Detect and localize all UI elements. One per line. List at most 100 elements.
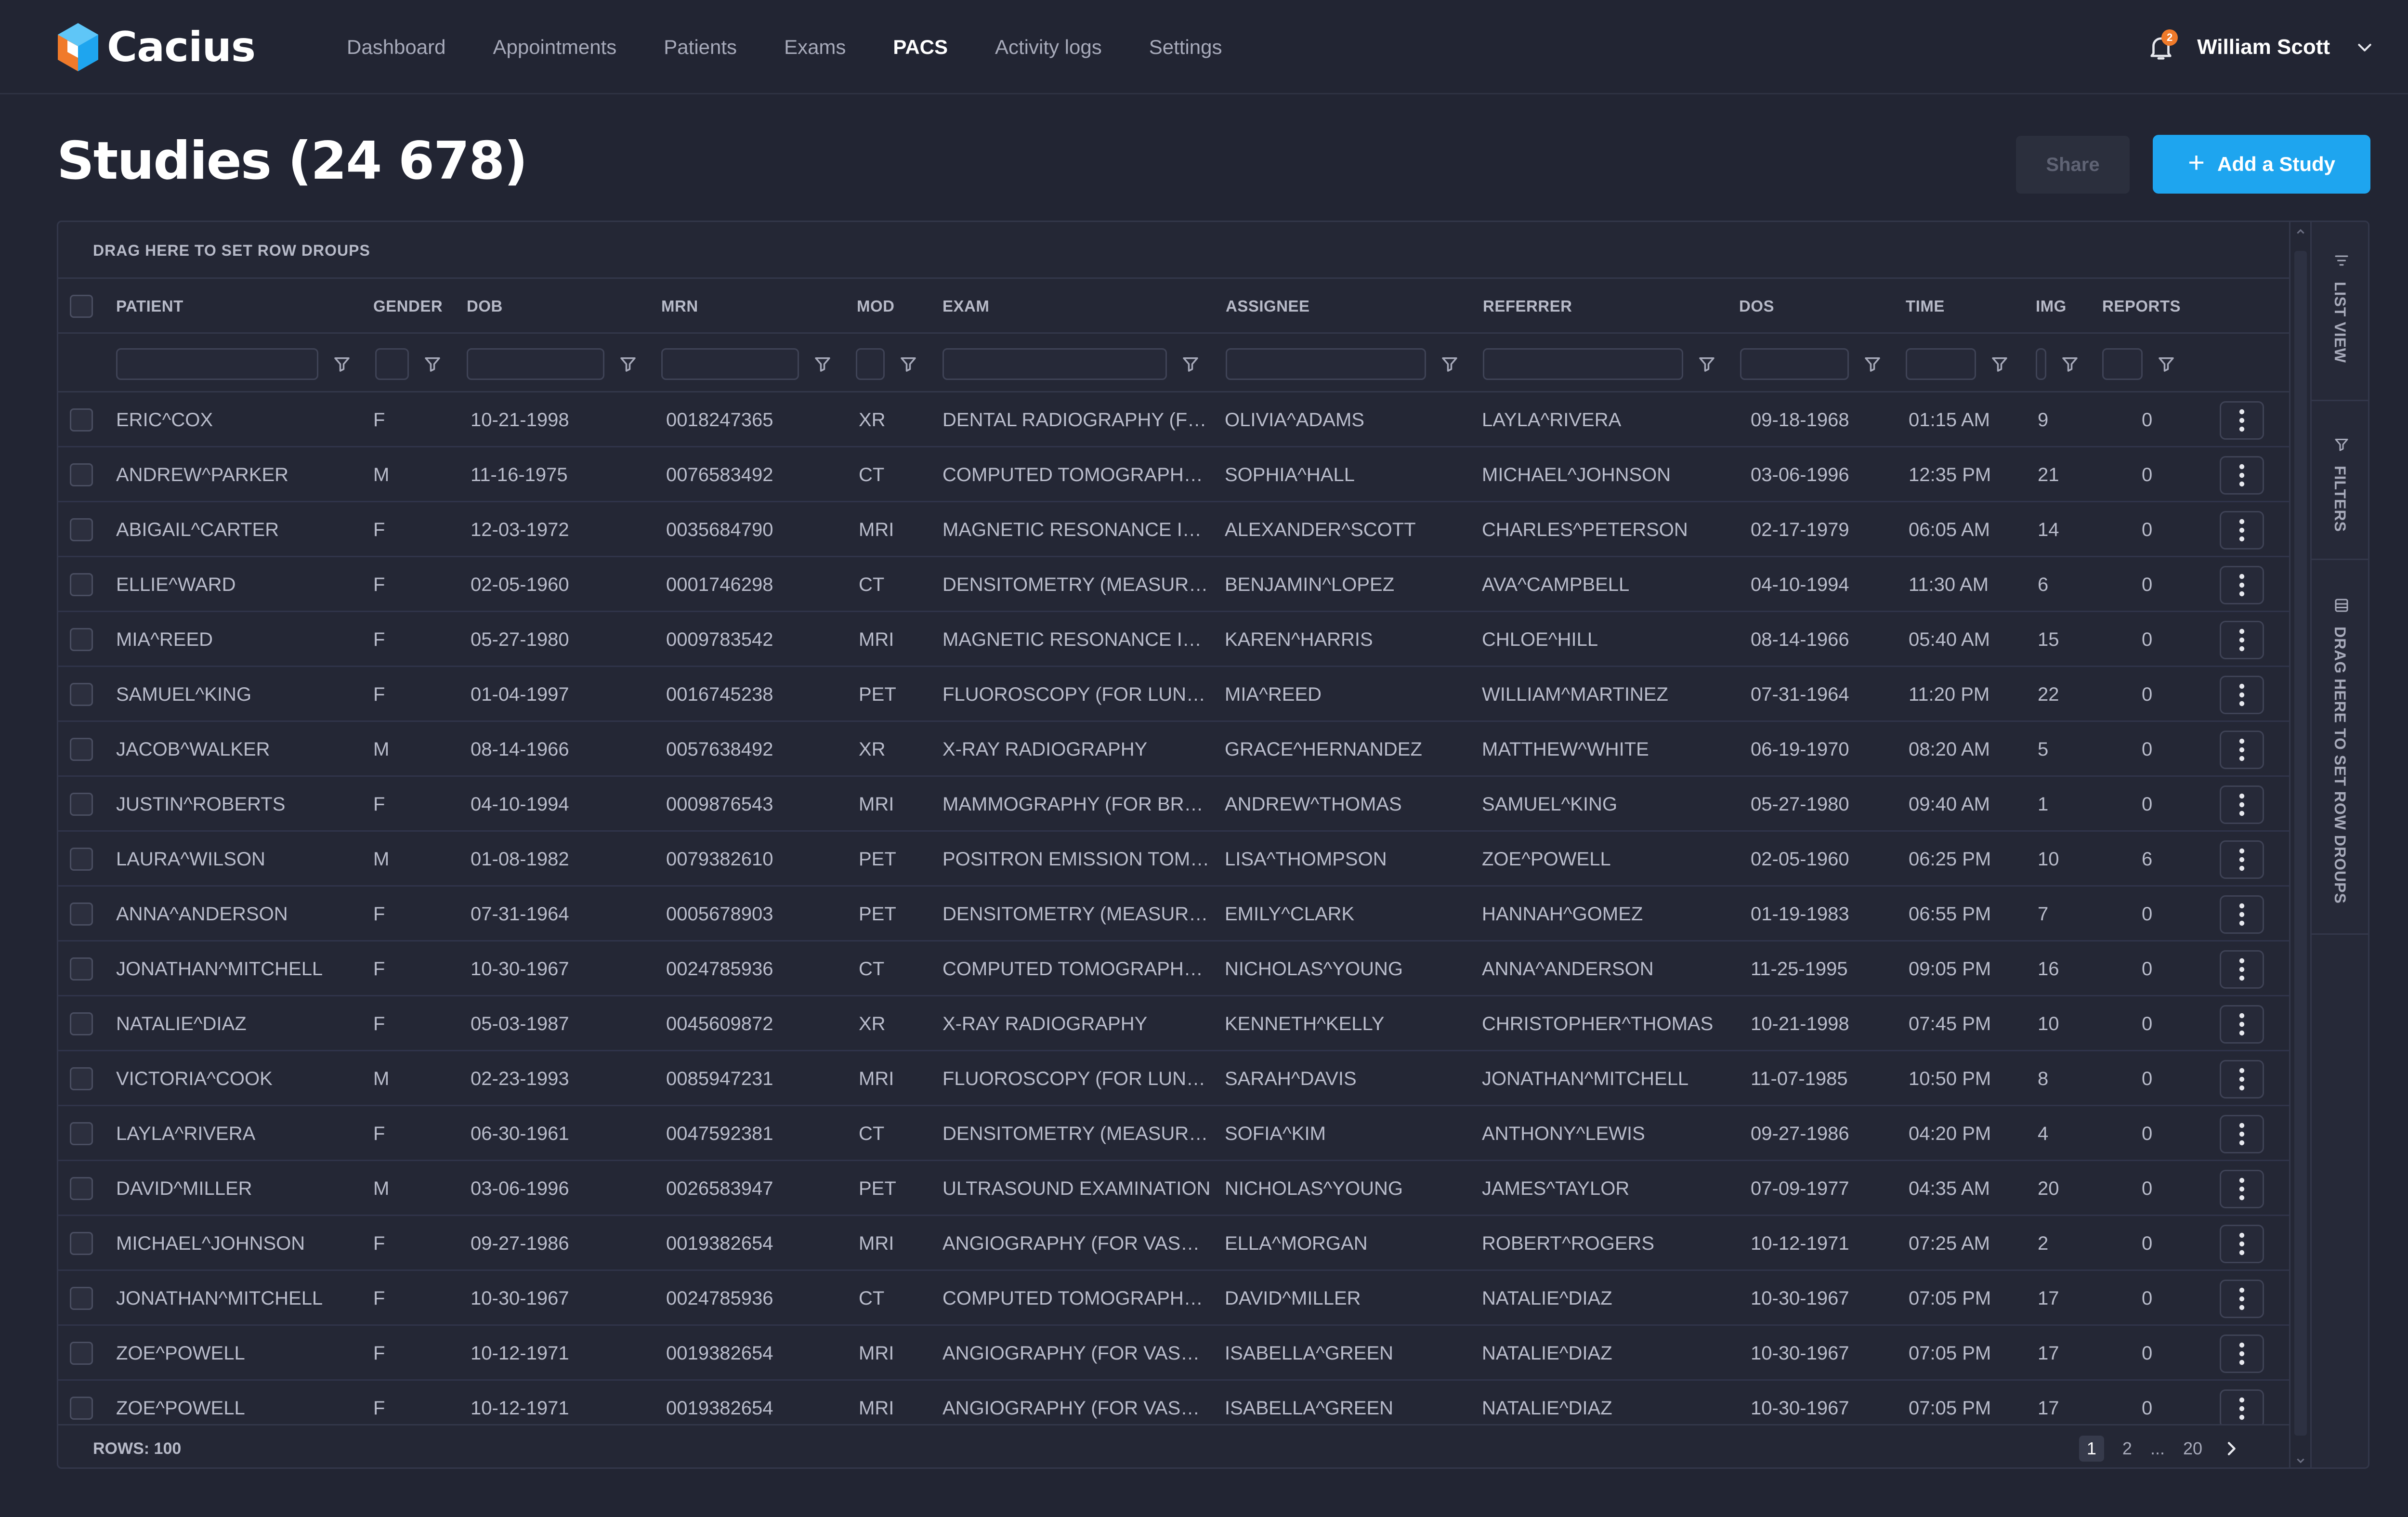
page-20[interactable]: 20 <box>2183 1439 2202 1459</box>
column-header-referrer[interactable]: REFERRER <box>1483 279 1572 334</box>
column-header-reports[interactable]: REPORTS <box>2102 279 2181 334</box>
row-actions-button[interactable] <box>2220 1225 2264 1263</box>
filter-input-time[interactable] <box>1906 348 1976 380</box>
tab-row-groups[interactable]: DRAG HERE TO SET ROW DROUPS <box>2312 560 2368 935</box>
filter-input-mrn[interactable] <box>661 348 799 380</box>
row-actions-button[interactable] <box>2220 1060 2264 1099</box>
nav-item-pacs[interactable]: PACS <box>893 36 948 59</box>
filter-icon[interactable] <box>332 354 352 374</box>
page-2[interactable]: 2 <box>2122 1439 2132 1459</box>
row-actions-button[interactable] <box>2220 840 2264 879</box>
table-row[interactable]: ANDREW^PARKER M 11-16-1975 0076583492 CT COMP… <box>58 447 2289 502</box>
table-row[interactable]: ERIC^COX F 10-21-1998 0018247365 XR DENTAL RA… <box>58 392 2289 447</box>
table-row[interactable]: ABIGAIL^CARTER F 12-03-1972 0035684790 MRI MA… <box>58 502 2289 557</box>
nav-item-patients[interactable]: Patients <box>664 36 737 59</box>
row-actions-button[interactable] <box>2220 731 2264 769</box>
filter-icon[interactable] <box>1180 354 1201 374</box>
scrollbar-thumb[interactable] <box>2294 251 2307 1436</box>
filter-input-dob[interactable] <box>467 348 604 380</box>
notifications-button[interactable]: 2 <box>2146 29 2178 62</box>
column-header-dob[interactable]: DOB <box>467 279 503 334</box>
row-actions-button[interactable] <box>2220 511 2264 549</box>
row-actions-button[interactable] <box>2220 785 2264 824</box>
row-actions-button[interactable] <box>2220 1115 2264 1153</box>
nav-item-dashboard[interactable]: Dashboard <box>347 36 445 59</box>
vertical-scrollbar[interactable] <box>2289 222 2310 1467</box>
grid-body[interactable]: ERIC^COX F 10-21-1998 0018247365 XR DENTAL RA… <box>58 392 2289 1424</box>
row-checkbox[interactable] <box>70 738 93 761</box>
nav-item-appointments[interactable]: Appointments <box>493 36 616 59</box>
filter-icon[interactable] <box>2060 354 2080 374</box>
filter-icon[interactable] <box>1862 354 1883 374</box>
filter-input-exam[interactable] <box>942 348 1167 380</box>
filter-input-assignee[interactable] <box>1226 348 1426 380</box>
filter-icon[interactable] <box>1697 354 1717 374</box>
row-checkbox[interactable] <box>70 408 93 432</box>
table-row[interactable]: SAMUEL^KING F 01-04-1997 0016745238 PET FLUOR… <box>58 667 2289 722</box>
row-checkbox[interactable] <box>70 1177 93 1200</box>
filter-icon[interactable] <box>1989 354 2010 374</box>
row-actions-button[interactable] <box>2220 456 2264 495</box>
column-header-exam[interactable]: EXAM <box>942 279 989 334</box>
row-actions-button[interactable] <box>2220 1334 2264 1373</box>
filter-input-patient[interactable] <box>116 348 318 380</box>
filter-input-reports[interactable] <box>2102 348 2143 380</box>
row-actions-button[interactable] <box>2220 1389 2264 1424</box>
scroll-down-icon[interactable] <box>2295 1456 2306 1466</box>
nav-item-activity-logs[interactable]: Activity logs <box>995 36 1102 59</box>
tab-filters[interactable]: FILTERS <box>2312 401 2368 560</box>
row-checkbox[interactable] <box>70 848 93 871</box>
row-checkbox[interactable] <box>70 1067 93 1090</box>
row-checkbox[interactable] <box>70 1232 93 1255</box>
row-actions-button[interactable] <box>2220 950 2264 989</box>
row-actions-button[interactable] <box>2220 621 2264 659</box>
table-row[interactable]: JONATHAN^MITCHELL F 10-30-1967 0024785936 CT… <box>58 1271 2289 1326</box>
row-checkbox[interactable] <box>70 1012 93 1035</box>
table-row[interactable]: VICTORIA^COOK M 02-23-1993 0085947231 MRI FLU… <box>58 1051 2289 1106</box>
column-header-mod[interactable]: MOD <box>857 279 895 334</box>
row-checkbox[interactable] <box>70 573 93 596</box>
table-row[interactable]: LAYLA^RIVERA F 06-30-1961 0047592381 CT DENSI… <box>58 1106 2289 1161</box>
table-row[interactable]: MIA^REED F 05-27-1980 0009783542 MRI MAGNETIC… <box>58 612 2289 667</box>
filter-input-img[interactable] <box>2036 348 2046 380</box>
row-actions-button[interactable] <box>2220 1005 2264 1044</box>
row-actions-button[interactable] <box>2220 895 2264 934</box>
chevron-down-icon[interactable] <box>2355 38 2374 57</box>
row-group-drop-zone[interactable]: DRAG HERE TO SET ROW DROUPS <box>58 222 2289 279</box>
brand[interactable]: Cacius <box>56 22 256 72</box>
filter-icon[interactable] <box>1440 354 1460 374</box>
row-actions-button[interactable] <box>2220 676 2264 714</box>
share-button[interactable]: Share <box>2016 136 2130 194</box>
filter-input-dos[interactable] <box>1740 348 1849 380</box>
filter-icon[interactable] <box>2156 354 2176 374</box>
table-row[interactable]: ZOE^POWELL F 10-12-1971 0019382654 MRI ANGIOG… <box>58 1326 2289 1381</box>
row-checkbox[interactable] <box>70 793 93 816</box>
row-actions-button[interactable] <box>2220 401 2264 440</box>
nav-item-settings[interactable]: Settings <box>1149 36 1222 59</box>
column-header-gender[interactable]: GENDER <box>373 279 443 334</box>
column-header-dos[interactable]: DOS <box>1739 279 1774 334</box>
column-header-patient[interactable]: PATIENT <box>116 279 183 334</box>
row-actions-button[interactable] <box>2220 566 2264 604</box>
row-checkbox[interactable] <box>70 957 93 981</box>
table-row[interactable]: ANNA^ANDERSON F 07-31-1964 0005678903 PET DEN… <box>58 887 2289 942</box>
table-row[interactable]: JUSTIN^ROBERTS F 04-10-1994 0009876543 MRI MA… <box>58 777 2289 832</box>
row-checkbox[interactable] <box>70 628 93 651</box>
row-checkbox[interactable] <box>70 1342 93 1365</box>
row-checkbox[interactable] <box>70 463 93 486</box>
column-header-img[interactable]: IMG <box>2036 279 2067 334</box>
table-row[interactable]: ELLIE^WARD F 02-05-1960 0001746298 CT DENSITO… <box>58 557 2289 612</box>
filter-icon[interactable] <box>898 354 918 374</box>
table-row[interactable]: JONATHAN^MITCHELL F 10-30-1967 0024785936 CT… <box>58 942 2289 996</box>
row-actions-button[interactable] <box>2220 1280 2264 1318</box>
column-header-time[interactable]: TIME <box>1906 279 1945 334</box>
row-checkbox[interactable] <box>70 1397 93 1420</box>
column-header-assignee[interactable]: ASSIGNEE <box>1226 279 1310 334</box>
table-row[interactable]: JACOB^WALKER M 08-14-1966 0057638492 XR X-RAY… <box>58 722 2289 777</box>
row-checkbox[interactable] <box>70 518 93 541</box>
row-checkbox[interactable] <box>70 1122 93 1145</box>
filter-icon[interactable] <box>618 354 638 374</box>
table-row[interactable]: DAVID^MILLER M 03-06-1996 0026583947 PET ULTR… <box>58 1161 2289 1216</box>
tab-list-view[interactable]: LIST VIEW <box>2312 222 2368 401</box>
filter-icon[interactable] <box>812 354 833 374</box>
